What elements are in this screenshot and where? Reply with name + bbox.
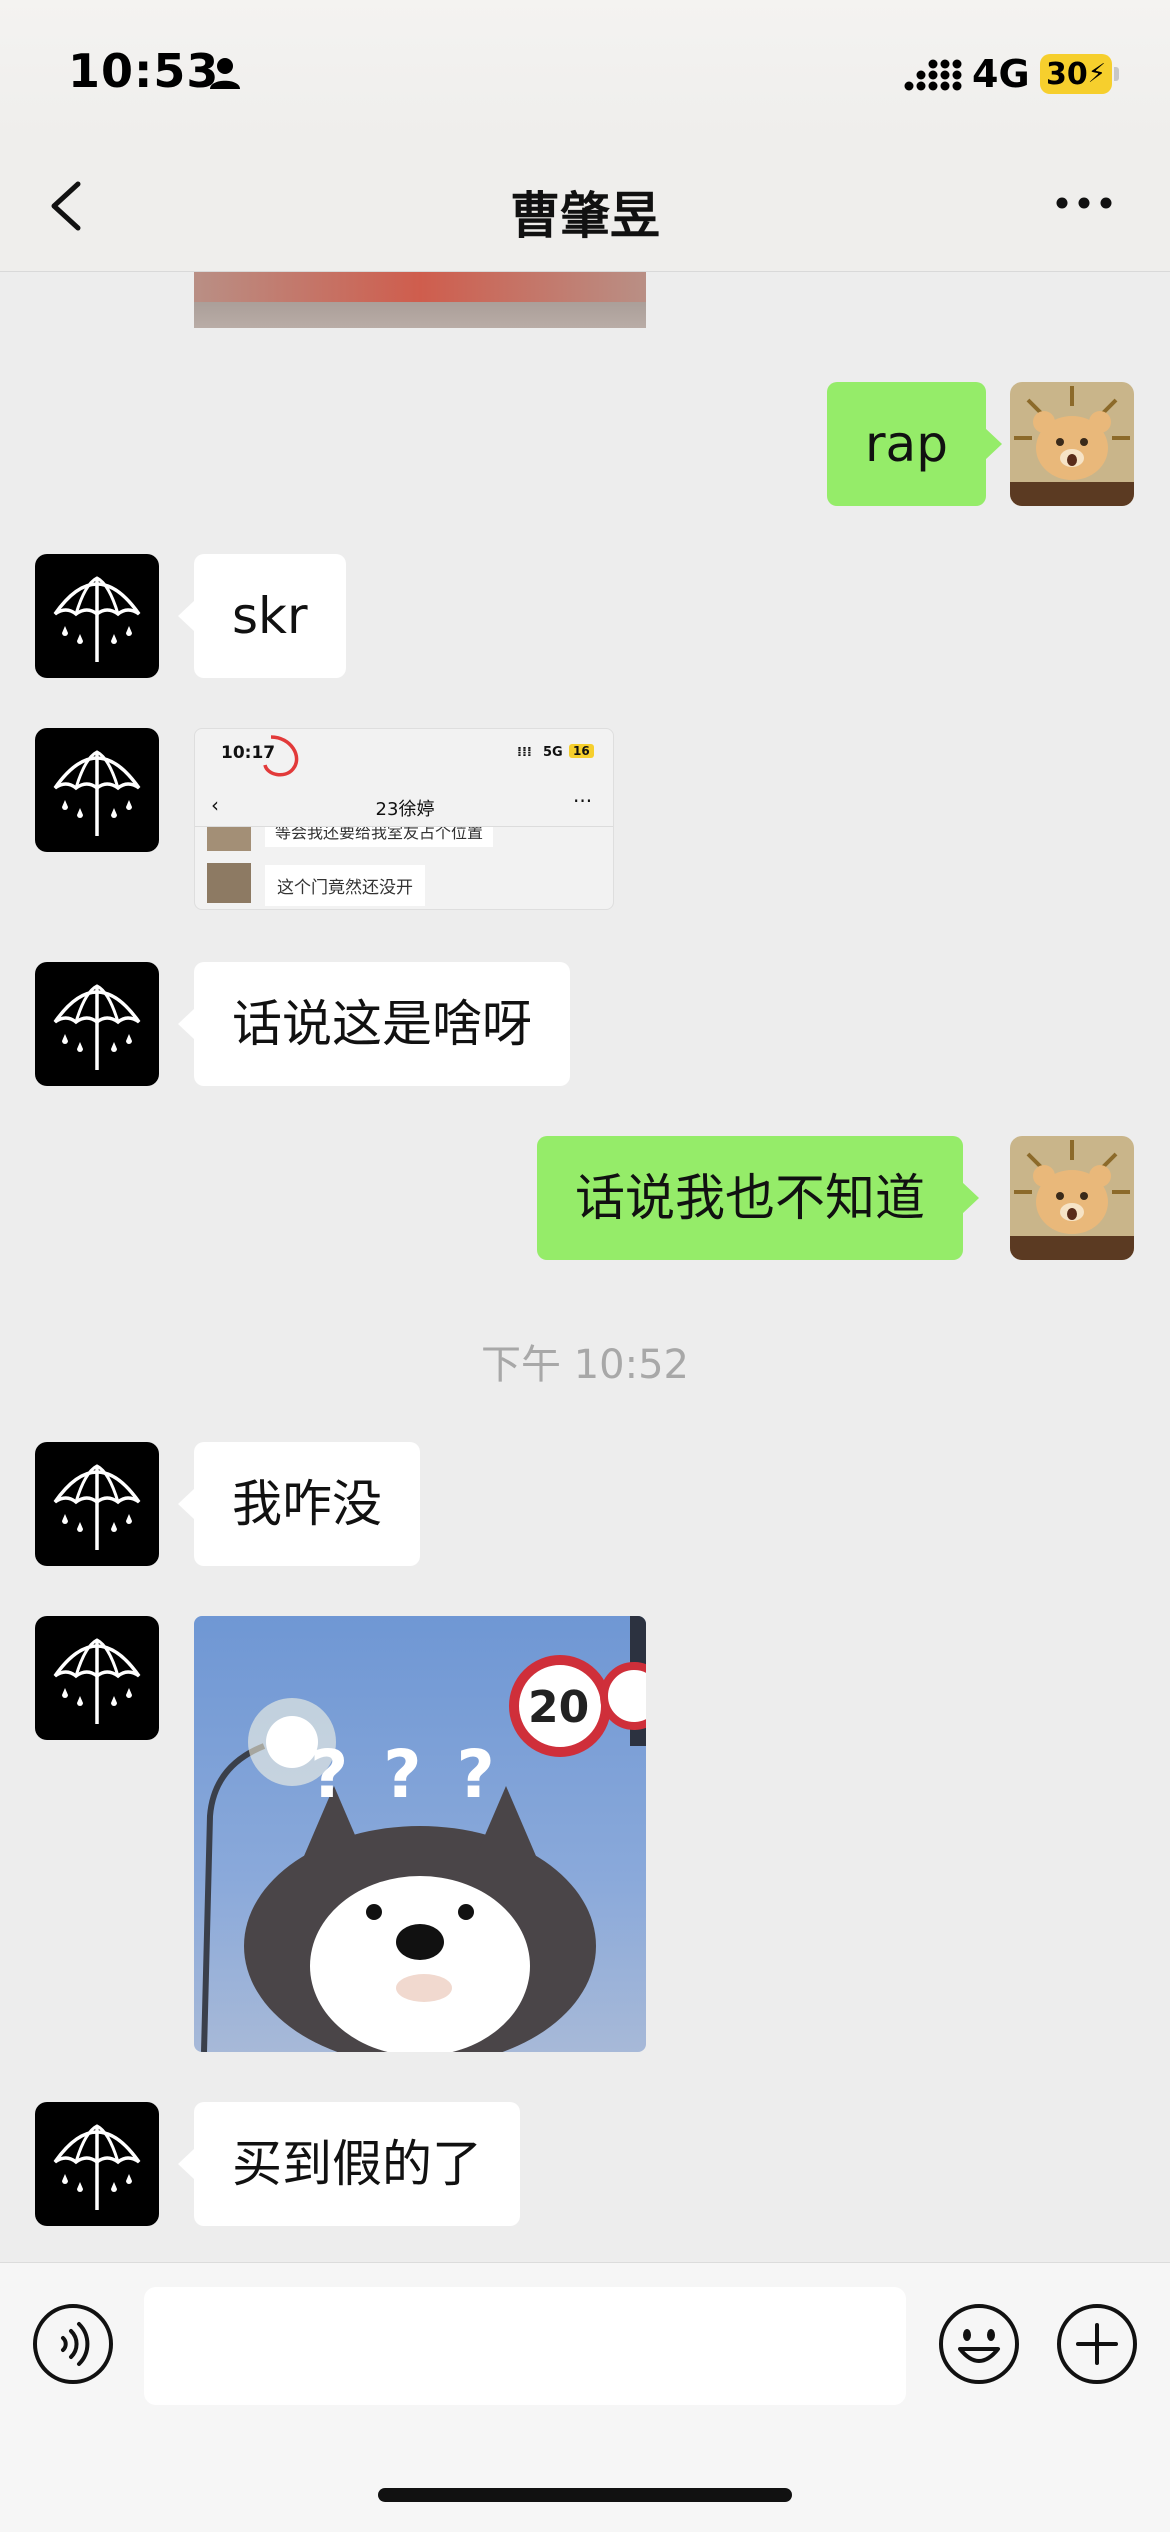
screenshot-image-message[interactable]: 10:17 ⁞⁞⁞ 5G 16 ‹ 23徐婷 ··· 等会我还要给我室友占个位置… (194, 728, 614, 910)
message-bubble-contact[interactable]: skr (178, 554, 346, 678)
screenshot-network: 5G (543, 745, 563, 760)
self-avatar[interactable] (1010, 382, 1134, 506)
red-circle-annotation (263, 735, 299, 777)
signal-icon (904, 59, 962, 91)
screenshot-nav: ‹ 23徐婷 ··· (195, 785, 613, 827)
message-bubble-contact[interactable]: 买到假的了 (178, 2102, 520, 2226)
screenshot-battery: 16 (569, 744, 594, 758)
screenshot-status-bar: 10:17 ⁞⁞⁞ 5G 16 (195, 729, 613, 785)
umbrella-icon (53, 750, 141, 836)
person-icon (210, 58, 240, 89)
question-marks: ? ? ? (310, 1736, 501, 1813)
screenshot-row: 这个门竟然还没开 (207, 863, 607, 906)
message-bubble-self[interactable]: 话说我也不知道 (537, 1136, 979, 1260)
message-bubble-self[interactable]: rap (827, 382, 1002, 506)
emoji-icon[interactable] (938, 2303, 1020, 2385)
more-icon[interactable] (1052, 188, 1116, 218)
screenshot-title: 23徐婷 (375, 799, 435, 820)
contact-avatar[interactable] (35, 554, 159, 678)
contact-avatar[interactable] (35, 1442, 159, 1566)
message-bubble-contact[interactable]: 我咋没 (178, 1442, 420, 1566)
message-bubble-contact[interactable]: 话说这是啥呀 (178, 962, 570, 1086)
message-input[interactable] (144, 2287, 906, 2405)
self-avatar[interactable] (1010, 1136, 1134, 1260)
contact-avatar[interactable] (35, 2102, 159, 2226)
network-type: 4G (972, 52, 1030, 96)
contact-avatar[interactable] (35, 1616, 159, 1740)
status-time: 10:53 (68, 44, 220, 98)
status-bar: 10:53 4G 30 ⚡ (0, 0, 1170, 140)
partial-image-message[interactable] (194, 272, 646, 328)
screenshot-row: 等会我还要给我室友占个位置 (207, 827, 607, 851)
husky-sticker-image[interactable]: 20 ? ? ? (194, 1616, 646, 2052)
battery-level: 30 (1045, 56, 1088, 92)
sign-number: 20 (528, 1682, 590, 1733)
bear-sticker-avatar (1010, 1136, 1134, 1260)
umbrella-icon (53, 1638, 141, 1724)
charging-icon: ⚡ (1087, 59, 1106, 89)
umbrella-icon (53, 2124, 141, 2210)
umbrella-icon (53, 576, 141, 662)
battery-indicator: 30 ⚡ (1040, 54, 1119, 94)
chat-title: 曹肇昱 (510, 187, 660, 245)
chat-header: 曹肇昱 (0, 140, 1170, 272)
umbrella-icon (53, 984, 141, 1070)
home-indicator[interactable] (378, 2488, 792, 2502)
screenshot-signal: ⁞⁞⁞ (517, 745, 532, 760)
message-list[interactable]: rap skr 10:17 ⁞⁞⁞ 5G 16 ‹ 23徐婷 ··· 等会我还要… (0, 272, 1170, 2262)
bear-sticker-avatar (1010, 382, 1134, 506)
screenshot-more-icon: ··· (573, 789, 593, 813)
umbrella-icon (53, 1464, 141, 1550)
timestamp-divider: 下午 10:52 (481, 1342, 689, 1388)
voice-icon[interactable] (32, 2303, 114, 2385)
contact-avatar[interactable] (35, 962, 159, 1086)
plus-icon[interactable] (1056, 2303, 1138, 2385)
contact-avatar[interactable] (35, 728, 159, 852)
